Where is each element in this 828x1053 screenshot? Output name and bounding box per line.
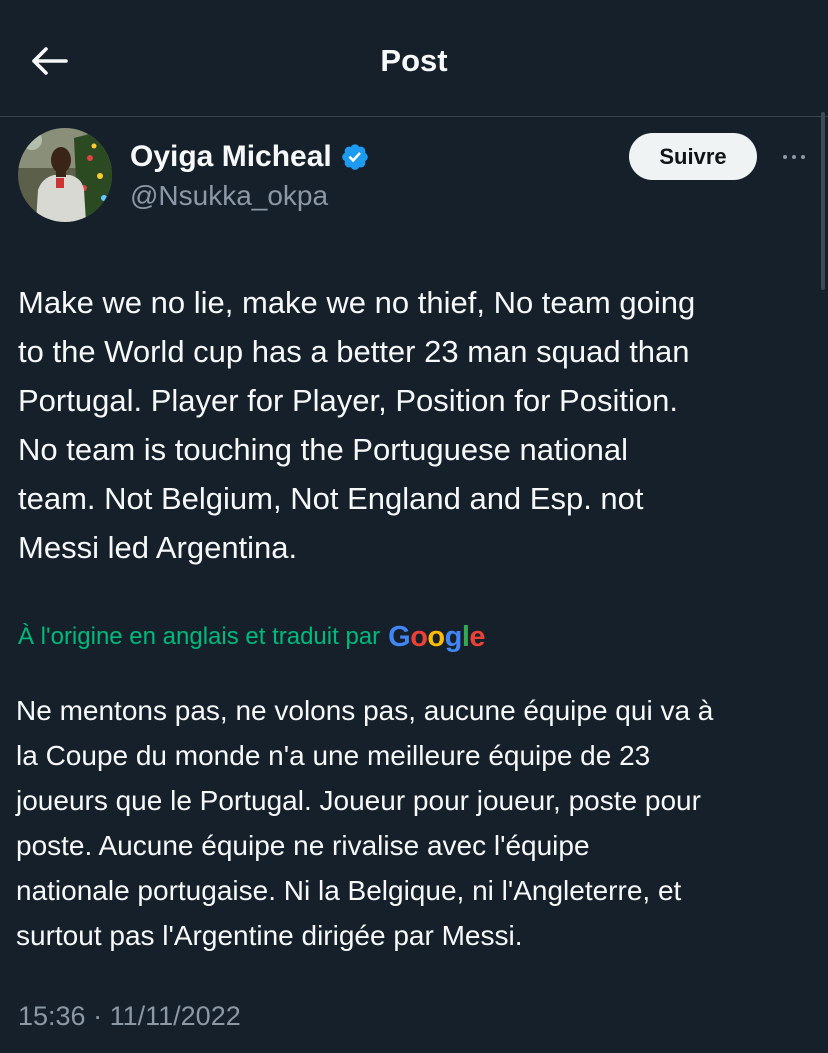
- author-handle[interactable]: @Nsukka_okpa: [130, 178, 328, 214]
- top-bar: Post: [0, 0, 828, 118]
- page-title: Post: [380, 43, 448, 78]
- timestamp-separator: ·: [93, 1001, 103, 1031]
- header-divider: [0, 116, 828, 117]
- verified-badge-icon: [341, 144, 368, 170]
- follow-button[interactable]: Suivre: [629, 133, 757, 180]
- post-time[interactable]: 15:36: [18, 1001, 86, 1031]
- display-name: Oyiga Micheal: [130, 140, 332, 173]
- post-text: Make we no lie, make we no thief, No tea…: [18, 285, 696, 565]
- translation-notice-text: À l'origine en anglais et traduit par: [18, 623, 381, 650]
- translated-post-text: Ne mentons pas, ne volons pas, aucune éq…: [16, 695, 714, 951]
- avatar[interactable]: [18, 128, 112, 222]
- more-horizontal-icon: [783, 155, 787, 159]
- translation-notice[interactable]: À l'origine en anglais et traduit par Go…: [18, 620, 486, 654]
- scrollbar[interactable]: [821, 112, 825, 290]
- post-timestamp: 15:36 · 11/11/2022: [18, 998, 241, 1034]
- more-options-button[interactable]: [772, 138, 816, 176]
- google-logo: Google: [388, 621, 486, 653]
- author-name-row[interactable]: Oyiga Micheal: [130, 138, 370, 176]
- post-date[interactable]: 11/11/2022: [110, 1001, 241, 1031]
